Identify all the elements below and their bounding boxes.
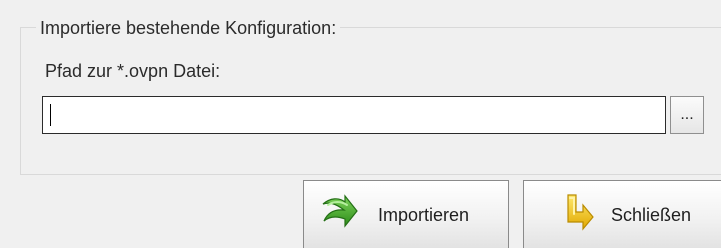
import-configuration-dialog: Importiere bestehende Konfiguration: Pfa…	[0, 0, 721, 248]
import-button-label: Importieren	[378, 205, 470, 225]
yellow-arrow-back-icon	[567, 194, 594, 231]
path-label: Pfad zur *.ovpn Datei:	[45, 61, 221, 81]
close-button[interactable]: Schließen	[523, 180, 721, 248]
text-caret	[50, 104, 51, 126]
group-title: Importiere bestehende Konfiguration:	[36, 17, 341, 39]
import-button[interactable]: Importieren	[303, 180, 509, 248]
browse-button[interactable]: ...	[670, 96, 704, 134]
ovpn-path-input[interactable]	[42, 96, 666, 134]
green-arrow-right-icon	[322, 194, 358, 228]
close-button-label: Schließen	[611, 205, 692, 225]
